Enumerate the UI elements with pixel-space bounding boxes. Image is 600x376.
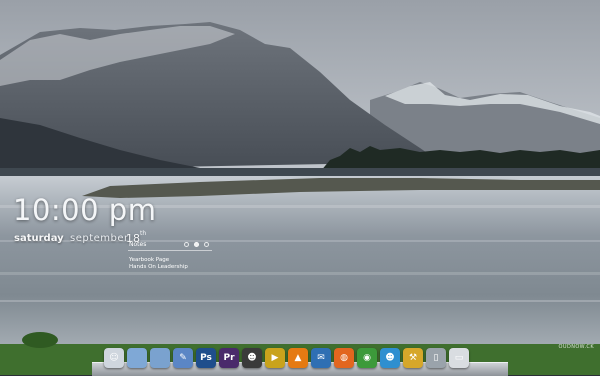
photoshop-icon[interactable]: Ps	[196, 348, 216, 368]
desktop-wallpaper	[0, 0, 600, 375]
desktop-clock-time: 10:00 pm	[13, 193, 157, 227]
notes-widget[interactable]: Notes Yearbook Page Hands On Leadership	[128, 241, 212, 275]
watermark: OUDNOW.CK	[558, 344, 594, 350]
notes-header: Notes	[128, 241, 212, 251]
trash-icon[interactable]: ▯	[426, 348, 446, 368]
notes-list-item[interactable]: Hands On Leadership	[129, 264, 188, 270]
notes-list-item[interactable]: Yearbook Page	[129, 257, 169, 263]
text-editor-icon[interactable]: ✎	[173, 348, 193, 368]
documents-folder-icon[interactable]	[127, 348, 147, 368]
alien-app-icon[interactable]: ☻	[242, 348, 262, 368]
thunderbird-icon[interactable]: ✉	[311, 348, 331, 368]
utilities-icon[interactable]: ⚒	[403, 348, 423, 368]
notes-title: Notes	[129, 241, 147, 248]
clock-day-suffix: th	[140, 230, 147, 237]
firefox-icon[interactable]: ◍	[334, 348, 354, 368]
media-player-icon[interactable]: ▶	[265, 348, 285, 368]
notes-dot-icon[interactable]	[194, 242, 199, 247]
chrome-icon[interactable]: ◉	[357, 348, 377, 368]
messenger-icon[interactable]: ☻	[380, 348, 400, 368]
premiere-icon[interactable]: Pr	[219, 348, 239, 368]
mail-window-icon[interactable]: ▭	[449, 348, 469, 368]
clock-weekday: saturday	[14, 233, 64, 244]
vlc-icon[interactable]: ▲	[288, 348, 308, 368]
notes-minus-icon[interactable]	[184, 242, 189, 247]
applications-folder-icon[interactable]	[150, 348, 170, 368]
notes-add-icon[interactable]	[204, 242, 209, 247]
finder-icon[interactable]: ☺	[104, 348, 124, 368]
clock-month: september	[70, 233, 129, 244]
